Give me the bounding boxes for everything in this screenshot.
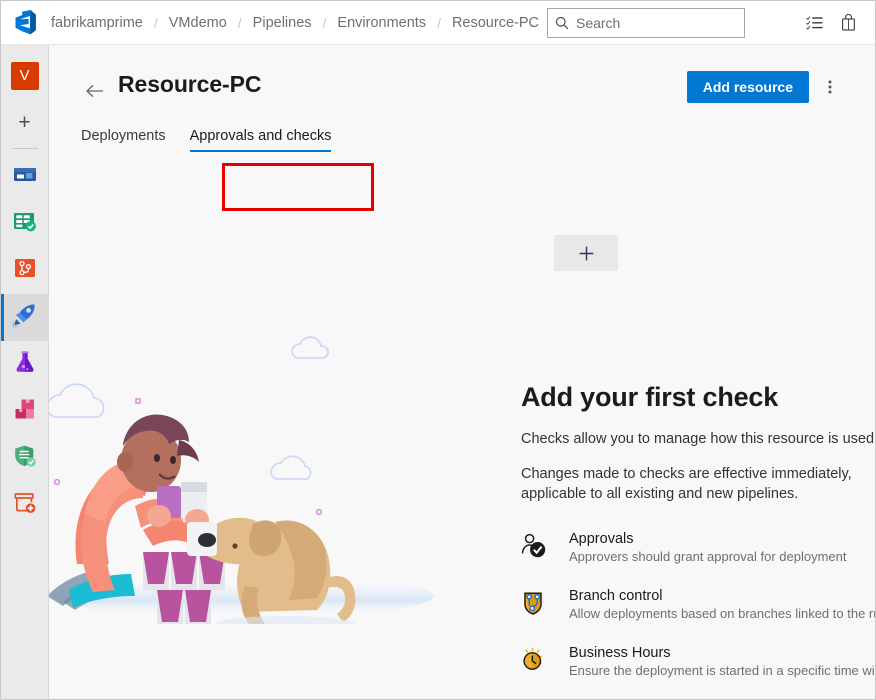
search-box[interactable]	[546, 7, 745, 38]
add-resource-button[interactable]: Add resource	[686, 71, 809, 103]
boards-icon	[12, 208, 38, 239]
breadcrumb-item-resource[interactable]: Resource-PC	[450, 15, 541, 31]
tab-deployments-label: Deployments	[81, 128, 166, 144]
sidebar-item-artifacts[interactable]	[1, 388, 49, 435]
sidebar-item-overview[interactable]	[1, 153, 49, 200]
empty-state-paragraph-2: Changes made to checks are effective imm…	[521, 465, 852, 503]
breadcrumb: fabrikamprime / VMdemo / Pipelines / Env…	[49, 15, 541, 31]
page-title: Resource-PC	[118, 71, 262, 97]
tab-approvals-and-checks-label: Approvals and checks	[189, 128, 332, 144]
check-desc-business-hours: Ensure the deployment is started in a sp…	[569, 662, 875, 678]
header-actions: Add resource	[686, 71, 845, 103]
breadcrumb-separator: /	[437, 14, 441, 31]
check-name-approvals: Approvals	[569, 530, 634, 547]
repos-icon	[12, 255, 38, 286]
empty-state-paragraph-1: Checks allow you to manage how this reso…	[521, 431, 875, 447]
flask-icon	[12, 349, 38, 380]
back-arrow-icon[interactable]	[81, 76, 107, 106]
main-content: Resource-PC Add resource Deployments App…	[49, 45, 875, 699]
plus-icon	[579, 246, 593, 260]
check-text: Approvals Approvers should grant approva…	[555, 531, 847, 564]
rail-divider	[11, 148, 38, 149]
shopping-bag-icon[interactable]	[833, 8, 863, 38]
artifacts-boxes-icon	[12, 396, 38, 427]
sidebar-item-repos[interactable]	[1, 247, 49, 294]
empty-state-body: Add your first check Checks allow you to…	[49, 154, 875, 678]
left-rail-navigation: V +	[1, 45, 49, 699]
business-hours-clock-icon	[521, 645, 555, 673]
check-desc-approvals: Approvers should grant approval for depl…	[569, 548, 847, 564]
sidebar-item-pipelines[interactable]	[1, 294, 49, 341]
avatar: V	[10, 61, 39, 90]
sidebar-item-boards[interactable]	[1, 200, 49, 247]
sidebar-item-new[interactable]: +	[1, 99, 49, 146]
empty-state-panel: Add your first check Checks allow you to…	[521, 382, 875, 699]
active-tab-underline	[189, 150, 332, 152]
search-input[interactable]	[575, 14, 736, 31]
branch-control-shield-icon	[521, 588, 555, 616]
add-check-tile[interactable]	[554, 235, 618, 271]
approvals-person-check-icon	[521, 531, 555, 559]
tab-deployments[interactable]: Deployments	[81, 122, 178, 154]
check-desc-branch-control: Allow deployments based on branches link…	[569, 605, 875, 621]
breadcrumb-separator: /	[322, 14, 327, 31]
sidebar-item-avatar[interactable]: V	[1, 52, 49, 99]
breadcrumb-separator: /	[237, 14, 242, 31]
app-window: fabrikamprime / VMdemo / Pipelines / Env…	[0, 0, 876, 700]
check-type-list: Approvals Approvers should grant approva…	[521, 531, 875, 678]
azure-devops-logo-icon[interactable]	[1, 1, 49, 45]
check-name-branch-control: Branch control	[569, 587, 663, 604]
topbar-actions	[799, 8, 875, 38]
check-text: Branch control Allow deployments based o…	[555, 588, 875, 621]
plus-icon: +	[18, 111, 31, 134]
tab-bar: Deployments Approvals and checks	[49, 106, 875, 154]
pipelines-rocket-icon	[11, 302, 38, 334]
add-box-icon	[12, 490, 38, 521]
list-item-branch-control[interactable]: Branch control Allow deployments based o…	[521, 588, 875, 621]
empty-state-illustration	[49, 334, 459, 632]
shield-check-icon	[12, 443, 38, 474]
breadcrumb-item-pipelines[interactable]: Pipelines	[251, 15, 314, 31]
breadcrumb-item-environments[interactable]: Environments	[335, 15, 428, 31]
list-item-business-hours[interactable]: Business Hours Ensure the deployment is …	[521, 645, 875, 678]
sidebar-item-add-extension[interactable]	[1, 482, 49, 529]
more-options-icon[interactable]	[815, 72, 845, 102]
overview-icon	[12, 161, 38, 192]
check-name-business-hours: Business Hours	[569, 644, 671, 661]
sidebar-item-test-plans[interactable]	[1, 341, 49, 388]
list-item-approvals[interactable]: Approvals Approvers should grant approva…	[521, 531, 875, 564]
tab-approvals-and-checks[interactable]: Approvals and checks	[178, 122, 344, 154]
breadcrumb-item-organization[interactable]: fabrikamprime	[49, 15, 145, 31]
sidebar-item-security[interactable]	[1, 435, 49, 482]
top-navigation-bar: fabrikamprime / VMdemo / Pipelines / Env…	[1, 1, 875, 45]
empty-state-title: Add your first check	[521, 382, 779, 412]
breadcrumb-separator: /	[153, 14, 158, 31]
search-icon	[548, 16, 576, 30]
page-header: Resource-PC Add resource	[49, 45, 875, 106]
checklist-icon[interactable]	[799, 8, 829, 38]
breadcrumb-item-project[interactable]: VMdemo	[167, 15, 229, 31]
check-text: Business Hours Ensure the deployment is …	[555, 645, 875, 678]
